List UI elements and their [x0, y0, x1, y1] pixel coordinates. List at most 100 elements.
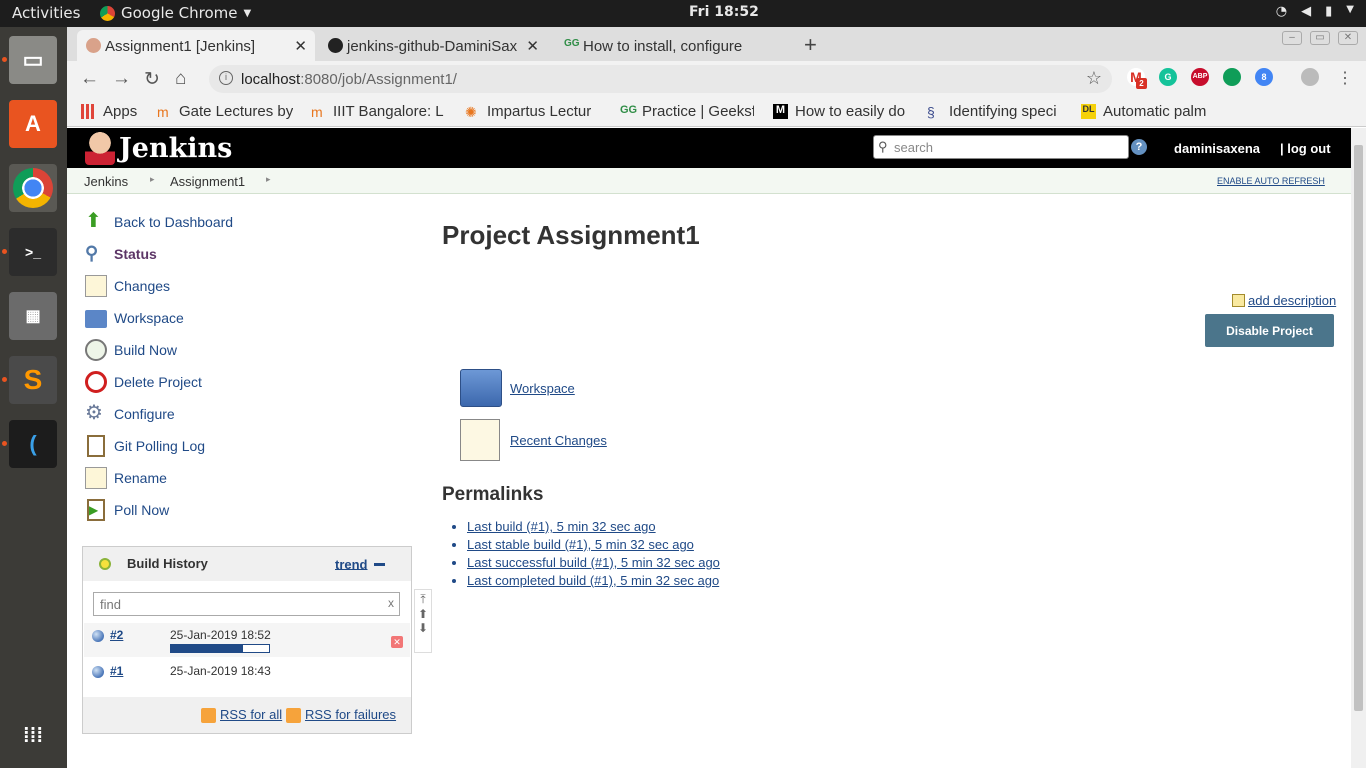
breadcrumb-assignment1[interactable]: Assignment1 — [170, 174, 245, 189]
bookmark-medium[interactable]: M How to easily do — [773, 103, 909, 120]
back-arrow-icon[interactable]: ← — [80, 68, 99, 90]
rss-all-label: RSS for all — [220, 707, 283, 722]
search-placeholder: search — [894, 140, 934, 155]
system-tray[interactable]: ◔ ◀ ▮ ▼ — [1276, 4, 1354, 19]
close-icon[interactable]: ✕ — [526, 37, 539, 55]
bookmark-geeksforgeeks[interactable]: GG Practice | Geeksf — [620, 103, 754, 120]
page-scrollbar[interactable] — [1351, 128, 1366, 768]
bookmark-gate-lectures[interactable]: m Gate Lectures by — [157, 103, 293, 120]
trend-link[interactable]: trend — [335, 556, 385, 572]
page-down-icon[interactable]: ⬇ — [415, 621, 431, 635]
tab-geeksforgeeks[interactable]: GG How to install, configure — [555, 30, 795, 61]
sidebar-item-workspace[interactable]: Workspace — [85, 307, 415, 339]
clipboard-icon — [87, 435, 105, 457]
page-title: Project Assignment1 — [442, 220, 700, 250]
bookmark-favicon-icon: m — [311, 104, 323, 120]
disable-project-button[interactable]: Disable Project — [1205, 314, 1334, 347]
sidebar-item-poll-now[interactable]: ▶ Poll Now — [85, 499, 415, 531]
add-description-link[interactable]: add description — [1232, 293, 1336, 308]
sidebar-item-rename[interactable]: Rename — [85, 467, 415, 499]
reload-icon[interactable]: ↻ — [144, 68, 160, 91]
notepad-icon — [85, 467, 107, 489]
profile-avatar-icon[interactable] — [1301, 68, 1319, 86]
recent-changes-link[interactable]: Recent Changes — [510, 433, 607, 448]
page-top-icon[interactable]: ⤒ — [415, 592, 431, 607]
minimize-button[interactable]: – — [1282, 31, 1302, 45]
chrome-dock-icon[interactable] — [9, 164, 57, 212]
sublime-text-icon[interactable]: S — [9, 356, 57, 404]
bookmark-identifying[interactable]: § Identifying speci — [927, 103, 1063, 120]
grammarly-icon[interactable]: G — [1159, 68, 1177, 86]
sidebar-item-git-polling-log[interactable]: Git Polling Log — [85, 435, 415, 467]
chevron-right-icon[interactable]: ▸ — [266, 174, 271, 185]
enable-auto-refresh-link[interactable]: ENABLE AUTO REFRESH — [1217, 176, 1325, 186]
collapse-icon[interactable] — [373, 563, 385, 567]
folder-icon[interactable] — [460, 369, 502, 407]
close-icon[interactable]: ✕ — [294, 37, 307, 55]
show-applications-icon[interactable]: ⁞⁞⁞ — [9, 712, 57, 760]
home-icon[interactable]: ⌂ — [175, 68, 186, 90]
address-bar[interactable]: i localhost:8080/job/Assignment1/ ☆ — [209, 65, 1112, 93]
main-content: Project Assignment1 — [442, 220, 700, 251]
toolbar: ← → ↻ ⌂ i localhost:8080/job/Assignment1… — [67, 61, 1366, 97]
cancel-build-icon[interactable]: ✕ — [391, 636, 403, 648]
tab-github[interactable]: jenkins-github-DaminiSax ✕ — [319, 30, 547, 61]
tab-jenkins[interactable]: Assignment1 [Jenkins] ✕ — [77, 30, 315, 61]
menu-dots-icon[interactable]: ⋮ — [1337, 68, 1353, 88]
jenkins-logo[interactable]: Jenkins — [85, 131, 232, 165]
permalink-last-stable-build[interactable]: Last stable build (#1), 5 min 32 sec ago — [467, 536, 720, 554]
build-number-link[interactable]: #1 — [110, 664, 123, 678]
sidebar-item-build-now[interactable]: Build Now — [85, 339, 415, 371]
info-icon[interactable]: i — [219, 71, 233, 85]
build-number-link[interactable]: #2 — [110, 628, 123, 642]
permalink-last-successful-build[interactable]: Last successful build (#1), 5 min 32 sec… — [467, 554, 720, 572]
sidebar-item-label: Git Polling Log — [114, 438, 206, 454]
adblock-plus-icon[interactable]: ABP — [1191, 68, 1209, 86]
app-menu[interactable]: Google Chrome ▼ — [100, 4, 251, 22]
search-input[interactable]: ⚲ search — [873, 135, 1129, 159]
permalink-last-build[interactable]: Last build (#1), 5 min 32 sec ago — [467, 518, 720, 536]
extension-icon[interactable]: 8 — [1255, 68, 1273, 86]
bookmark-apps[interactable]: Apps — [81, 103, 161, 120]
close-window-button[interactable]: ✕ — [1338, 31, 1358, 45]
hangouts-icon[interactable] — [1223, 68, 1241, 86]
files-icon[interactable]: ▭ — [9, 36, 57, 84]
build-progress-bar[interactable] — [170, 644, 270, 653]
scrollbar-thumb[interactable] — [1354, 145, 1363, 711]
build-filter-input[interactable]: find x — [93, 592, 400, 616]
permalink-last-completed-build[interactable]: Last completed build (#1), 5 min 32 sec … — [467, 572, 720, 590]
clock[interactable]: Fri 18:52 — [689, 4, 759, 20]
clear-filter-icon[interactable]: x — [388, 596, 394, 610]
software-center-icon[interactable]: A — [9, 100, 57, 148]
terminal-icon[interactable]: >_ — [9, 228, 57, 276]
sidebar-item-back-to-dashboard[interactable]: ⬆ Back to Dashboard — [85, 211, 415, 243]
app-icon[interactable]: ( — [9, 420, 57, 468]
forward-arrow-icon[interactable]: → — [112, 68, 131, 90]
sidebar-item-status[interactable]: ⚲ Status — [85, 243, 415, 275]
logout-link[interactable]: | log out — [1280, 141, 1331, 156]
maximize-button[interactable]: ▭ — [1310, 31, 1330, 45]
gmail-icon[interactable]: M2 — [1127, 68, 1147, 89]
sidebar-item-changes[interactable]: Changes — [85, 275, 415, 307]
bookmark-star-icon[interactable]: ☆ — [1086, 68, 1102, 89]
sidebar-item-delete-project[interactable]: Delete Project — [85, 371, 415, 403]
rss-all-link[interactable]: RSS for all — [201, 707, 283, 723]
activities-button[interactable]: Activities — [12, 4, 80, 22]
user-link[interactable]: daminisaxena — [1174, 141, 1260, 156]
bookmark-impartus[interactable]: ✺ Impartus Lectur — [465, 103, 601, 120]
breadcrumb-jenkins[interactable]: Jenkins — [84, 174, 128, 189]
workspace-link[interactable]: Workspace — [510, 381, 575, 396]
chevron-right-icon[interactable]: ▸ — [150, 174, 155, 185]
bookmark-automatic-palm[interactable]: DL Automatic palm — [1081, 103, 1215, 120]
new-tab-button[interactable]: + — [804, 32, 817, 58]
sidebar-item-label: Back to Dashboard — [114, 214, 234, 230]
page-up-icon[interactable]: ⬆ — [415, 607, 431, 621]
sidebar-item-configure[interactable]: ⚙ Configure — [85, 403, 415, 435]
help-icon[interactable]: ? — [1131, 139, 1147, 155]
calculator-icon[interactable]: ▦ — [9, 292, 57, 340]
sidebar-item-label: Build Now — [114, 342, 178, 358]
notepad-icon[interactable] — [460, 419, 500, 461]
rss-failures-link[interactable]: RSS for failures — [286, 707, 396, 723]
dl-icon: DL — [1081, 104, 1096, 119]
bookmark-iiit-bangalore[interactable]: m IIIT Bangalore: L — [311, 103, 451, 120]
